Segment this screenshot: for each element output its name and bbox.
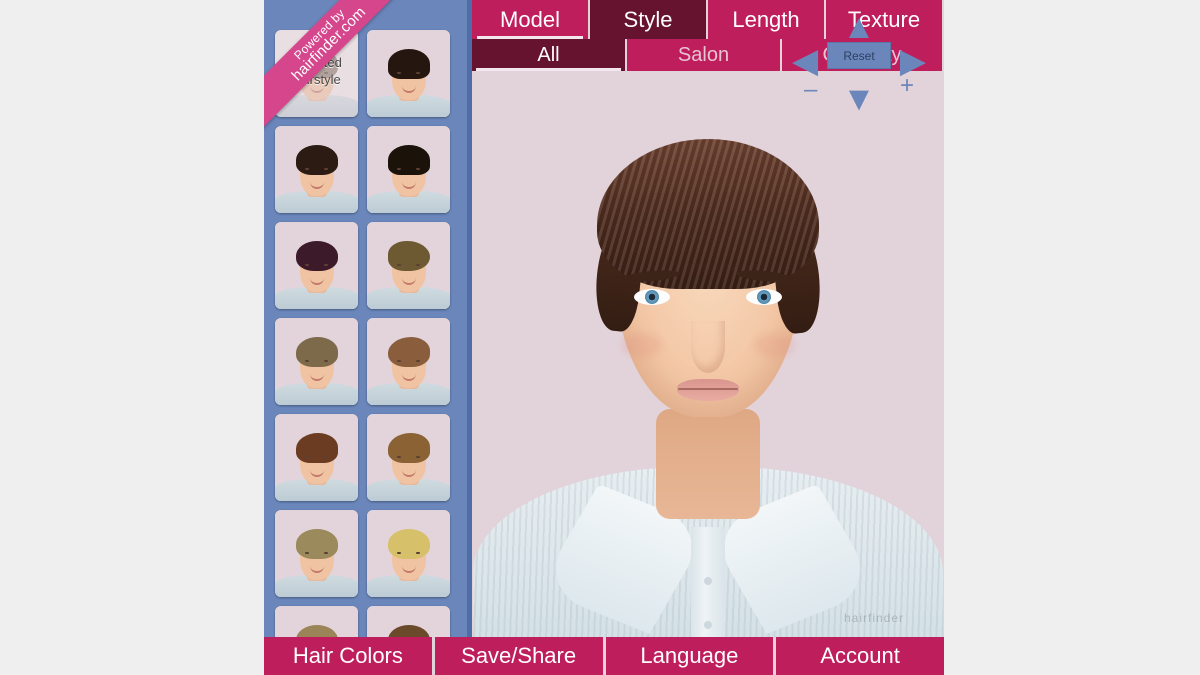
tab-style[interactable]: Style xyxy=(590,0,708,39)
main-preview-panel: ModelStyleLengthTexture AllSalonCelebrit… xyxy=(472,0,944,675)
portrait-eye-right xyxy=(416,72,420,74)
lip-line xyxy=(678,388,738,390)
hairstyle-thumbnail[interactable] xyxy=(367,510,450,597)
portrait-eye-left xyxy=(305,264,309,266)
portrait-eye-left xyxy=(397,72,401,74)
portrait-eye-right xyxy=(416,360,420,362)
thumbnail-portrait xyxy=(367,126,450,213)
hairstyle-app-window: Selectedhairstyle Powered by hairfinder.… xyxy=(264,0,944,675)
portrait-hair xyxy=(295,145,338,175)
portrait-eye-left xyxy=(397,168,401,170)
screen: Selectedhairstyle Powered by hairfinder.… xyxy=(0,0,1200,675)
toolbar-button-hair-colors[interactable]: Hair Colors xyxy=(264,637,435,675)
portrait-eye-right xyxy=(416,456,420,458)
portrait-eye-left xyxy=(397,360,401,362)
thumbnail-portrait xyxy=(367,222,450,309)
reset-button[interactable]: Reset xyxy=(827,42,891,69)
thumbnail-portrait xyxy=(275,510,358,597)
nose xyxy=(691,321,725,373)
model-photo[interactable]: hairfinder xyxy=(472,71,944,637)
move-up-arrow-icon[interactable]: ▲ xyxy=(842,10,876,44)
thumbnail-grid: Selectedhairstyle xyxy=(264,30,467,675)
portrait-eye-left xyxy=(305,456,309,458)
position-controls[interactable]: ▲ ▼ ◀ ▶ Reset – + xyxy=(792,10,926,116)
cheek-left xyxy=(622,333,662,357)
lips xyxy=(677,379,739,401)
hairstyle-thumbnail[interactable] xyxy=(367,318,450,405)
toolbar-button-save-share[interactable]: Save/Share xyxy=(434,637,606,675)
portrait-eye-left xyxy=(397,264,401,266)
thumbnail-portrait xyxy=(275,222,358,309)
portrait-eye-right xyxy=(324,552,328,554)
portrait-eye-right xyxy=(324,360,328,362)
portrait-hair xyxy=(387,337,430,367)
tab-model[interactable]: Model xyxy=(472,0,590,39)
portrait-hair xyxy=(387,433,430,463)
portrait-hair xyxy=(387,49,430,79)
portrait-eye-left xyxy=(305,168,309,170)
bottom-toolbar[interactable]: Hair Colors Save/Share Language Account xyxy=(264,637,944,675)
portrait-eye-left xyxy=(305,552,309,554)
shirt-button xyxy=(704,621,712,629)
hairstyle-thumbnail-rail[interactable]: Selectedhairstyle xyxy=(264,0,467,675)
cheek-right xyxy=(754,333,794,357)
thumbnail-portrait xyxy=(367,318,450,405)
portrait-eye-left xyxy=(397,456,401,458)
portrait-eye-left xyxy=(305,360,309,362)
hairstyle-overlay[interactable] xyxy=(597,139,819,289)
thumbnail-portrait xyxy=(275,318,358,405)
shirt-button xyxy=(704,577,712,585)
portrait-hair xyxy=(387,145,430,175)
thumbnail-portrait xyxy=(367,510,450,597)
subtab-all[interactable]: All xyxy=(472,39,627,71)
move-down-arrow-icon[interactable]: ▼ xyxy=(842,82,876,116)
portrait-hair xyxy=(295,241,338,271)
thumbnail-portrait xyxy=(367,414,450,501)
hairstyle-thumbnail[interactable] xyxy=(367,414,450,501)
thumbnail-portrait xyxy=(275,414,358,501)
zoom-in-button[interactable]: + xyxy=(900,74,914,98)
hairstyle-thumbnail[interactable] xyxy=(367,126,450,213)
portrait-eye-right xyxy=(324,264,328,266)
hairstyle-thumbnail[interactable] xyxy=(367,30,450,117)
portrait-hair xyxy=(295,529,338,559)
portrait-eye-left xyxy=(397,552,401,554)
shirt-placket xyxy=(691,527,725,637)
iris-right xyxy=(757,290,771,304)
eye-left xyxy=(634,289,670,305)
zoom-out-button[interactable]: – xyxy=(804,78,817,102)
hairstyle-thumbnail[interactable] xyxy=(367,222,450,309)
hairstyle-thumbnail[interactable] xyxy=(275,414,358,501)
portrait-eye-right xyxy=(416,264,420,266)
hairstyle-thumbnail[interactable] xyxy=(275,510,358,597)
thumbnail-portrait xyxy=(367,30,450,117)
hairstyle-thumbnail[interactable] xyxy=(275,222,358,309)
hairstyle-thumbnail[interactable] xyxy=(275,318,358,405)
eye-right xyxy=(746,289,782,305)
neck xyxy=(656,409,760,519)
portrait-hair xyxy=(387,241,430,271)
subtab-salon[interactable]: Salon xyxy=(627,39,782,71)
toolbar-button-account[interactable]: Account xyxy=(776,637,944,675)
portrait-eye-right xyxy=(324,456,328,458)
portrait-eye-right xyxy=(416,552,420,554)
photo-watermark: hairfinder xyxy=(843,611,904,625)
portrait-eye-right xyxy=(324,168,328,170)
hairstyle-thumbnail[interactable] xyxy=(275,126,358,213)
move-left-arrow-icon[interactable]: ◀ xyxy=(792,44,818,78)
portrait-eye-right xyxy=(416,168,420,170)
portrait-hair xyxy=(295,337,338,367)
thumbnail-portrait xyxy=(275,126,358,213)
toolbar-button-language[interactable]: Language xyxy=(605,637,777,675)
iris-left xyxy=(645,290,659,304)
portrait-hair xyxy=(295,433,338,463)
portrait-hair xyxy=(387,529,430,559)
